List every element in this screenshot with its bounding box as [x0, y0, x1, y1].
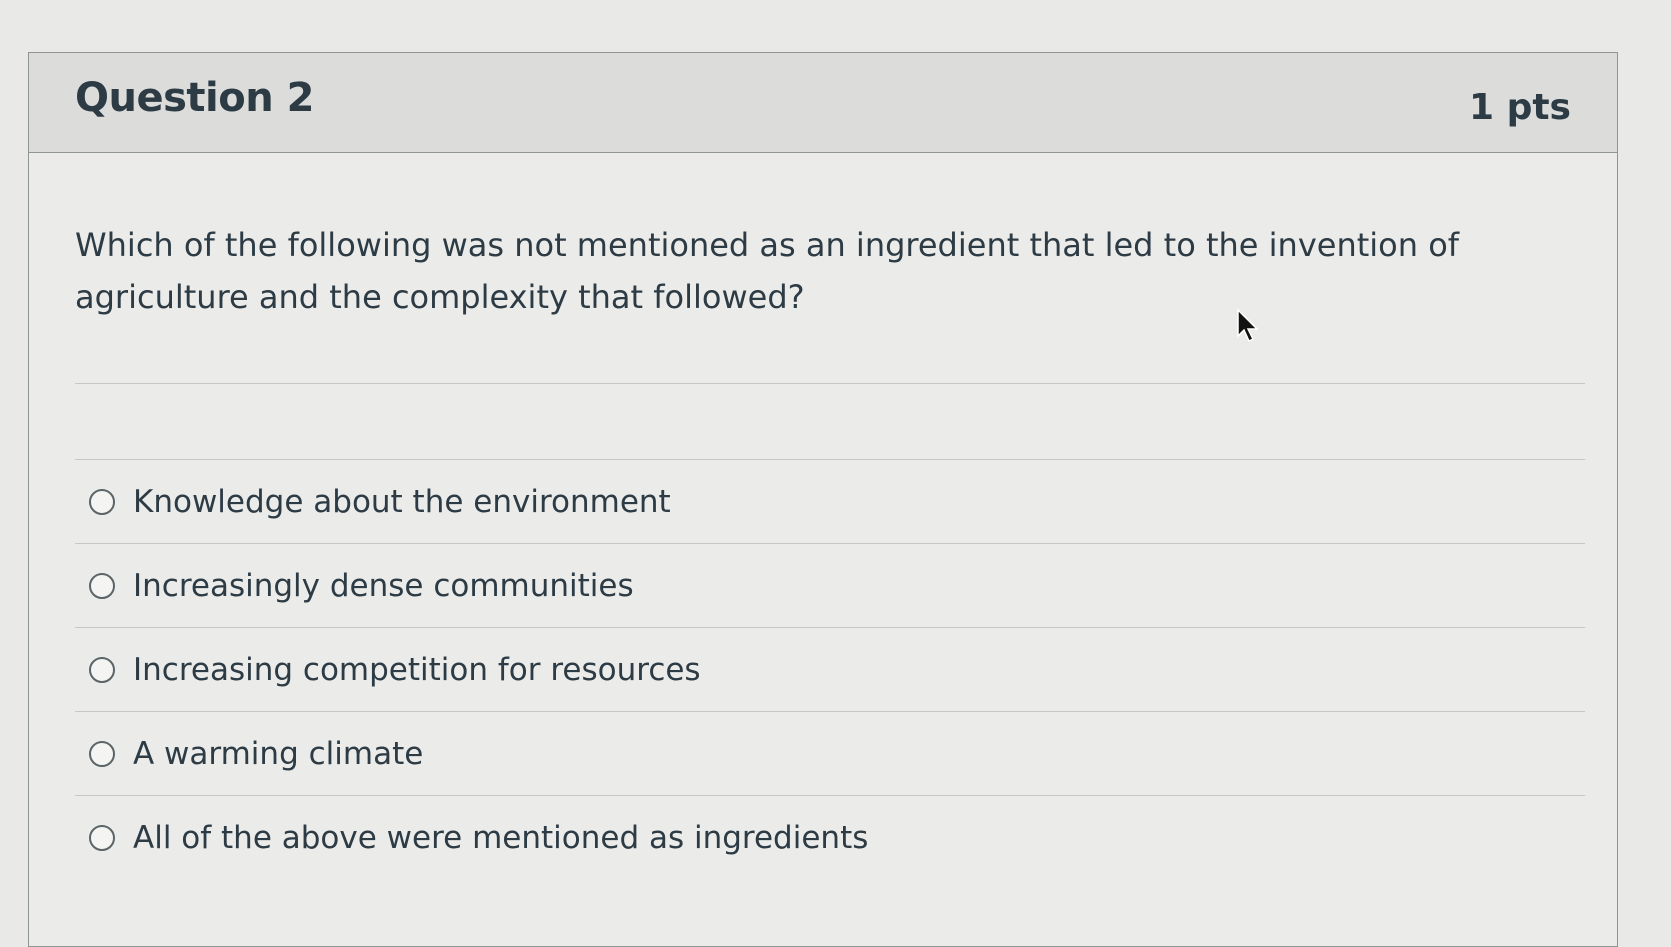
question-points: 1 pts	[1469, 87, 1571, 128]
answer-label: All of the above were mentioned as ingre…	[133, 820, 869, 856]
answer-option-5[interactable]: All of the above were mentioned as ingre…	[75, 796, 1585, 880]
question-body: Which of the following was not mentioned…	[75, 153, 1585, 880]
answer-label: Knowledge about the environment	[133, 483, 671, 520]
question-title: Question 2	[75, 75, 314, 121]
question-text: Which of the following was not mentioned…	[75, 226, 1460, 316]
answer-label: Increasingly dense communities	[133, 567, 634, 604]
radio-unchecked-icon[interactable]	[89, 825, 115, 851]
answer-label: Increasing competition for resources	[133, 651, 701, 688]
mouse-pointer-icon	[1237, 308, 1259, 343]
radio-unchecked-icon[interactable]	[89, 572, 115, 599]
question-card: Question 2 1 pts Which of the following …	[28, 52, 1618, 947]
radio-unchecked-icon[interactable]	[89, 488, 115, 515]
answer-option-2[interactable]: Increasingly dense communities	[75, 544, 1585, 628]
answer-option-1[interactable]: Knowledge about the environment	[75, 460, 1585, 544]
question-header: Question 2 1 pts	[29, 53, 1617, 153]
answer-label: A warming climate	[133, 735, 424, 772]
answer-option-3[interactable]: Increasing competition for resources	[75, 628, 1585, 712]
answer-list: Knowledge about the environment Increasi…	[75, 460, 1585, 880]
radio-unchecked-icon[interactable]	[89, 740, 115, 767]
radio-unchecked-icon[interactable]	[89, 656, 115, 683]
answer-option-4[interactable]: A warming climate	[75, 712, 1585, 796]
